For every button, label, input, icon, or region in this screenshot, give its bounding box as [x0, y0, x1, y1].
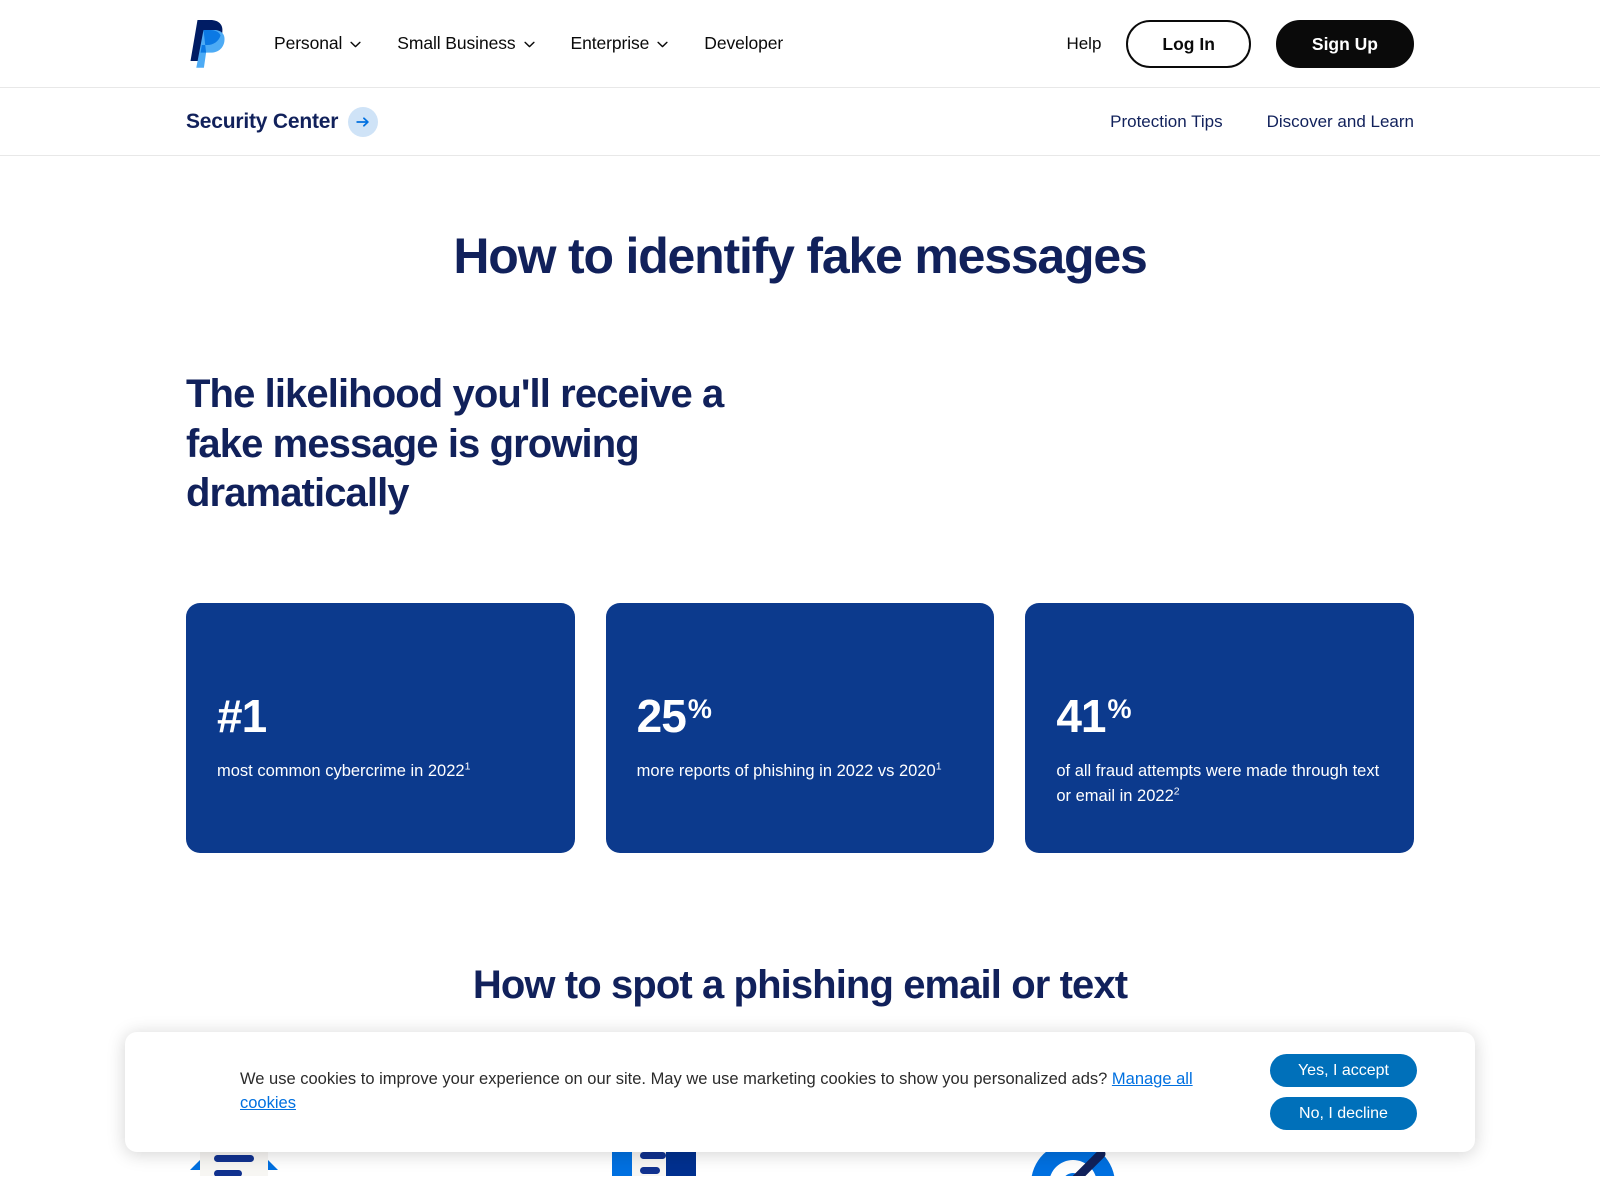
- decline-cookies-button[interactable]: No, I decline: [1269, 1097, 1417, 1130]
- primary-nav-links: Personal Small Business Enterprise Devel…: [274, 33, 783, 54]
- subnav-item-protection-tips[interactable]: Protection Tips: [1110, 112, 1222, 132]
- stat-value: 41: [1056, 689, 1106, 742]
- stat-footnote: 2: [1173, 785, 1180, 798]
- chevron-down-icon: [523, 41, 535, 48]
- stat-value-wrap: 41 %: [1056, 693, 1383, 739]
- stat-value: 25: [636, 689, 687, 742]
- chevron-down-icon: [657, 41, 668, 48]
- global-navigation-bar: Personal Small Business Enterprise Devel…: [0, 0, 1600, 88]
- cookie-message-wrap: We use cookies to improve your experienc…: [240, 1068, 1230, 1116]
- nav-item-developer[interactable]: Developer: [704, 33, 783, 54]
- stat-description-wrap: more reports of phishing in 2022 vs 2020…: [637, 759, 964, 784]
- stat-value: #1: [217, 689, 267, 742]
- signup-button[interactable]: Sign Up: [1275, 19, 1414, 68]
- statistics-card-group: #1 most common cybercrime in 20221 25 % …: [186, 602, 1415, 853]
- section-heading: The likelihood you'll receive a fake mes…: [186, 372, 724, 516]
- stat-value-wrap: #1: [217, 693, 544, 739]
- chevron-down-icon: [350, 41, 361, 48]
- nav-item-personal-label: Personal: [274, 33, 343, 53]
- page-title: How to identify fake messages: [453, 228, 1147, 284]
- stat-description-wrap: of all fraud attempts were made through …: [1056, 759, 1383, 809]
- arrow-right-icon: [348, 106, 379, 137]
- security-center-link[interactable]: Security Center: [186, 106, 379, 137]
- stat-card: #1 most common cybercrime in 20221: [186, 602, 575, 853]
- subnav-item-discover-and-learn[interactable]: Discover and Learn: [1267, 112, 1414, 132]
- nav-item-small-business-label: Small Business: [397, 33, 516, 53]
- stat-unit: %: [1107, 693, 1132, 724]
- cookie-message: We use cookies to improve your experienc…: [240, 1070, 1108, 1089]
- subnav-links: Protection Tips Discover and Learn: [1110, 112, 1414, 132]
- cookie-actions: Yes, I accept No, I decline: [1269, 1054, 1417, 1130]
- nav-item-small-business[interactable]: Small Business: [397, 33, 535, 54]
- spot-phishing-heading: How to spot a phishing email or text: [472, 962, 1128, 1007]
- nav-item-personal[interactable]: Personal: [274, 33, 361, 54]
- header-actions: Help Log In Sign Up: [1066, 19, 1414, 68]
- stat-unit: %: [687, 693, 712, 724]
- login-button[interactable]: Log In: [1126, 19, 1251, 68]
- help-link[interactable]: Help: [1066, 34, 1101, 54]
- stat-description: of all fraud attempts were made through …: [1056, 761, 1380, 805]
- stat-description-wrap: most common cybercrime in 20221: [217, 759, 544, 784]
- nav-item-enterprise-label: Enterprise: [570, 33, 650, 53]
- stat-card: 41 % of all fraud attempts were made thr…: [1025, 602, 1415, 853]
- security-center-subnav: Security Center Protection Tips Discover…: [0, 88, 1600, 156]
- nav-item-enterprise[interactable]: Enterprise: [571, 33, 669, 54]
- nav-item-developer-label: Developer: [704, 33, 784, 53]
- security-center-title: Security Center: [186, 109, 339, 133]
- paypal-logo[interactable]: [186, 18, 228, 70]
- stat-card: 25 % more reports of phishing in 2022 vs…: [605, 602, 995, 853]
- stat-footnote: 1: [464, 760, 471, 773]
- stat-description: most common cybercrime in 2022: [217, 761, 465, 780]
- page-root: Personal Small Business Enterprise Devel…: [0, 0, 1600, 1200]
- cookie-consent-banner: We use cookies to improve your experienc…: [125, 1032, 1475, 1152]
- stat-footnote: 1: [935, 760, 942, 773]
- stat-description: more reports of phishing in 2022 vs 2020: [636, 761, 936, 780]
- stat-value-wrap: 25 %: [637, 693, 964, 739]
- accept-cookies-button[interactable]: Yes, I accept: [1269, 1054, 1417, 1087]
